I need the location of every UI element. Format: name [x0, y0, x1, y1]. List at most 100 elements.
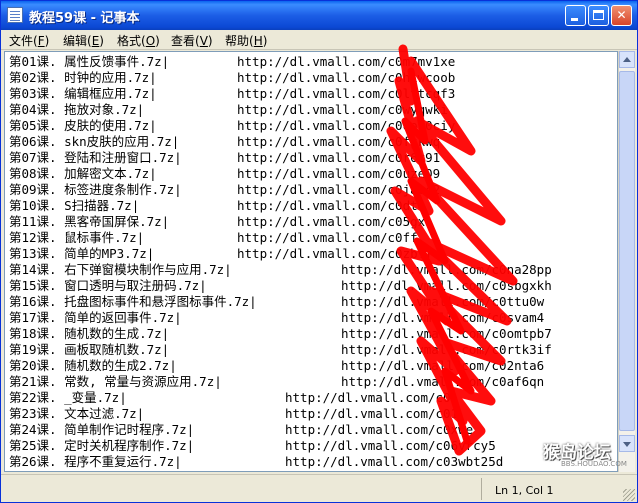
menu-edit[interactable]: 编辑(E)	[63, 32, 104, 49]
download-link-text: http://dl.vmall.com/c0uze09	[237, 166, 441, 181]
text-line: 第15课. 窗口透明与取注册码.7z| http://dl.vmall.com/c…	[9, 278, 617, 294]
download-link-text: http://dl.vmall.com/c0ff	[237, 230, 418, 245]
text-line: 第01课. 属性反馈事件.7z| http://dl.vmall.com/c0m7…	[9, 54, 617, 70]
menu-help-label: 帮助	[225, 34, 250, 48]
download-link-text: http://dl.vmall.com/c0fgkwq	[237, 134, 441, 149]
menu-format[interactable]: 格式(O)	[117, 32, 160, 49]
lesson-filename: 第01课. 属性反馈事件.7z|	[9, 54, 170, 69]
download-link-text: http://dl.vmall.com/c0dt4	[237, 198, 426, 213]
lesson-filename: 第02课. 时钟的应用.7z|	[9, 70, 157, 85]
lesson-filename: 第16课. 托盘图标事件和悬浮图标事件.7z|	[9, 294, 257, 309]
download-link-text: http://dl.vmall.com/c0xwe	[285, 422, 474, 437]
notepad-window: 教程59课 - 记事本 ✕ 文件(F) 编辑(E) 格式(O) 查看(V) 帮助…	[0, 0, 638, 503]
scroll-up-button[interactable]	[619, 51, 635, 68]
download-link-text: http://dl.vmall.com/c0lttcqf3	[237, 86, 456, 101]
download-link-text: http://dl.vmall.com/c06vrcy5	[285, 438, 496, 453]
site-watermark: 猴岛论坛 BBS.HOUDAO.COM	[539, 438, 637, 478]
text-line: 第02课. 时钟的应用.7z| http://dl.vmall.com/c0hiw…	[9, 70, 617, 86]
download-link-text: http://dl.vmall.com/c0m7mv1xe	[237, 54, 456, 69]
text-line: 第23课. 文本过滤.7z| http://dl.vmall.com/c01	[9, 406, 617, 422]
lesson-filename: 第13课. 简单的MP3.7z|	[9, 246, 155, 261]
download-link-text: http://dl.vmall.com/c0omtpb7	[341, 326, 552, 341]
menu-view[interactable]: 查看(V)	[171, 32, 213, 49]
download-link-text: http://dl.vmall.com/c0hiwcoob	[237, 70, 456, 85]
scroll-thumb[interactable]	[619, 71, 635, 431]
text-line: 第19课. 画板取随机数.7z| http://dl.vmall.com/c0rt…	[9, 342, 617, 358]
menu-view-key: V	[199, 34, 208, 48]
menu-help[interactable]: 帮助(H)	[225, 32, 267, 49]
lesson-filename: 第08课. 加解密文本.7z|	[9, 166, 157, 181]
menu-edit-key: E	[91, 34, 100, 48]
minimize-button[interactable]	[565, 5, 586, 26]
lesson-filename: 第05课. 皮肤的使用.7z|	[9, 118, 157, 133]
text-line: 第08课. 加解密文本.7z| http://dl.vmall.com/c0uze…	[9, 166, 617, 182]
text-line: 第04课. 拖放对象.7z| http://dl.vmall.com/c0wyqw…	[9, 102, 617, 118]
text-line: 第12课. 鼠标事件.7z| http://dl.vmall.com/c0ff	[9, 230, 617, 246]
menu-edit-label: 编辑	[63, 34, 88, 48]
lesson-filename: 第09课. 标签进度条制作.7z|	[9, 182, 182, 197]
text-line: 第21课. 常数, 常量与资源应用.7z| http://dl.vmall.com…	[9, 374, 617, 390]
download-link-text: http://dl.vmall.com/c0na28pp	[341, 262, 552, 277]
resize-grip[interactable]	[623, 489, 635, 501]
download-link-text: http://dl.vmall.com/c02nta6	[341, 358, 545, 373]
vertical-scrollbar[interactable]	[618, 51, 635, 472]
download-link-text: http://dl.vmall.com/c0ttu0w	[341, 294, 545, 309]
lesson-filename: 第15课. 窗口透明与取注册码.7z|	[9, 278, 207, 293]
text-line: 第17课. 简单的返回事件.7z| http://dl.vmall.com/c0s…	[9, 310, 617, 326]
text-line: 第06课. skn皮肤的应用.7z| http://dl.vmall.com/c0…	[9, 134, 617, 150]
text-line: 第05课. 皮肤的使用.7z| http://dl.vmall.com/c0op9…	[9, 118, 617, 134]
text-line: 第07课. 登陆和注册窗口.7z| http://dl.vmall.com/c0r…	[9, 150, 617, 166]
lesson-filename: 第18课. 随机数的生成.7z|	[9, 326, 170, 341]
close-button[interactable]: ✕	[611, 5, 632, 26]
lesson-filename: 第12课. 鼠标事件.7z|	[9, 230, 145, 245]
lesson-filename: 第17课. 简单的返回事件.7z|	[9, 310, 182, 325]
lesson-filename: 第25课. 定时关机程序制作.7z|	[9, 438, 195, 453]
cursor-position: Ln 1, Col 1	[495, 484, 554, 497]
download-link-text: http://dl.vmall.com/c0jabc2	[237, 182, 441, 197]
lesson-filename: 第03课. 编辑框应用.7z|	[9, 86, 157, 101]
text-line: 第24课. 简单制作记时程序.7z| http://dl.vmall.com/c0…	[9, 422, 617, 438]
menu-file-key: F	[37, 34, 45, 48]
menu-bar: 文件(F) 编辑(E) 格式(O) 查看(V) 帮助(H)	[1, 30, 637, 50]
maximize-button[interactable]	[588, 5, 609, 26]
menu-format-label: 格式	[117, 34, 142, 48]
text-line: 第20课. 随机数的生成2.7z| http://dl.vmall.com/c02…	[9, 358, 617, 374]
download-link-text: http://dl.vmall.com/c05gx	[237, 214, 426, 229]
download-link-text: http://dl.vmall.com/c0wyqwki	[237, 102, 448, 117]
text-line: 第18课. 随机数的生成.7z| http://dl.vmall.com/c0om…	[9, 326, 617, 342]
text-line: 第14课. 右下弹窗模块制作与应用.7z| http://dl.vmall.com…	[9, 262, 617, 278]
text-line: 第22课. _变量.7z| http://dl.vmall.com/c0	[9, 390, 617, 406]
menu-format-key: O	[145, 34, 156, 48]
menu-view-label: 查看	[171, 34, 196, 48]
menu-file[interactable]: 文件(F)	[9, 32, 49, 49]
lesson-filename: 第21课. 常数, 常量与资源应用.7z|	[9, 374, 222, 389]
text-line: 第09课. 标签进度条制作.7z| http://dl.vmall.com/c0j…	[9, 182, 617, 198]
download-link-text: http://dl.vmall.com/c0af6qn	[341, 374, 545, 389]
menu-help-key: H	[253, 34, 263, 48]
download-link-text: http://dl.vmall.com/c0op90ciy	[237, 118, 456, 133]
text-line: 第03课. 编辑框应用.7z| http://dl.vmall.com/c0ltt…	[9, 86, 617, 102]
download-link-text: http://dl.vmall.com/c01	[285, 406, 459, 421]
title-bar[interactable]: 教程59课 - 记事本 ✕	[1, 1, 637, 30]
text-line: 第11课. 黑客帝国屏保.7z| http://dl.vmall.com/c05g…	[9, 214, 617, 230]
text-line: 第26课. 程序不重复运行.7z| http://dl.vmall.com/c03…	[9, 454, 617, 470]
text-line: 第13课. 简单的MP3.7z| http://dl.vmall.com/c0zb…	[9, 246, 617, 262]
window-title: 教程59课 - 记事本	[29, 11, 140, 26]
lesson-filename: 第26课. 程序不重复运行.7z|	[9, 454, 182, 469]
status-bar: Ln 1, Col 1	[1, 474, 637, 502]
menu-file-label: 文件	[9, 34, 34, 48]
lesson-filename: 第14课. 右下弹窗模块制作与应用.7z|	[9, 262, 232, 277]
lesson-filename: 第22课. _变量.7z|	[9, 390, 127, 405]
lesson-filename: 第20课. 随机数的生成2.7z|	[9, 358, 177, 373]
lesson-filename: 第07课. 登陆和注册窗口.7z|	[9, 150, 182, 165]
lesson-filename: 第23课. 文本过滤.7z|	[9, 406, 145, 421]
download-link-text: http://dl.vmall.com/c0zbff	[237, 246, 433, 261]
lesson-filename: 第11课. 黑客帝国屏保.7z|	[9, 214, 170, 229]
notepad-icon[interactable]	[7, 7, 23, 23]
watermark-sub: BBS.HOUDAO.COM	[561, 460, 627, 468]
lesson-filename: 第19课. 画板取随机数.7z|	[9, 342, 170, 357]
lesson-filename: 第24课. 简单制作记时程序.7z|	[9, 422, 195, 437]
lesson-filename: 第06课. skn皮肤的应用.7z|	[9, 134, 180, 149]
download-link-text: http://dl.vmall.com/c03wbt25d	[285, 454, 504, 469]
text-editor-area[interactable]: 第01课. 属性反馈事件.7z| http://dl.vmall.com/c0m7…	[4, 51, 618, 472]
